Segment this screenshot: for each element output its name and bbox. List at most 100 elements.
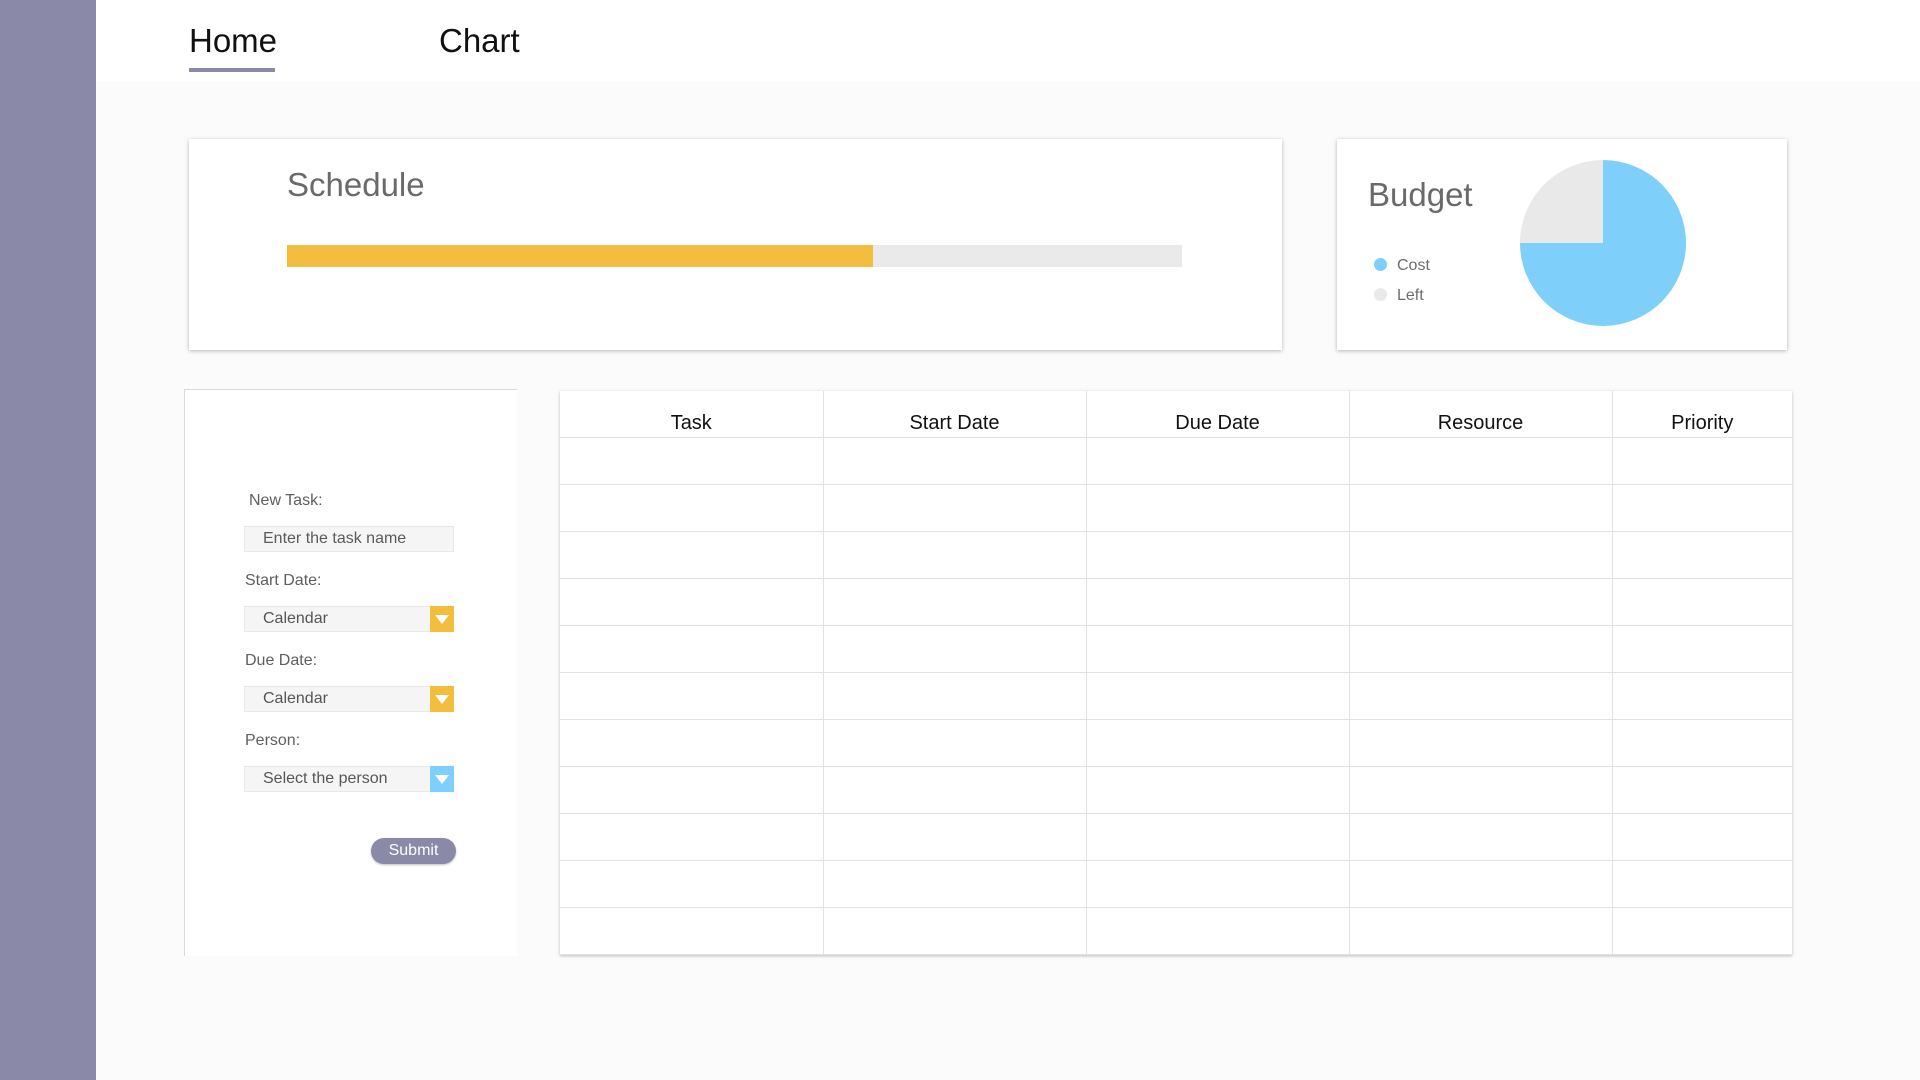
table-cell[interactable] — [823, 766, 1087, 814]
due-date-dropdown-button[interactable] — [430, 686, 454, 712]
left-dot-icon — [1374, 288, 1387, 301]
table-cell[interactable] — [1349, 484, 1613, 532]
person-value: Select the person — [263, 770, 388, 787]
table-row — [560, 625, 1792, 673]
person-dropdown-button[interactable] — [430, 766, 454, 792]
due-date-label: Due Date: — [245, 652, 318, 669]
table-cell[interactable] — [1086, 531, 1350, 579]
table-cell[interactable] — [1349, 578, 1613, 626]
table-cell[interactable] — [560, 578, 824, 626]
tab-home[interactable]: Home — [189, 20, 277, 62]
table-cell[interactable] — [1612, 813, 1792, 861]
table-cell[interactable] — [1086, 766, 1350, 814]
column-header-priority[interactable]: Priority — [1612, 391, 1792, 438]
table-cell[interactable] — [1612, 531, 1792, 579]
table-cell[interactable] — [1349, 625, 1613, 673]
budget-title: Budget — [1368, 176, 1473, 213]
table-cell[interactable] — [823, 437, 1087, 485]
table-cell[interactable] — [1086, 625, 1350, 673]
triangle-down-icon — [435, 695, 449, 704]
table-cell[interactable] — [560, 766, 824, 814]
table-cell[interactable] — [560, 484, 824, 532]
table-cell[interactable] — [1349, 437, 1613, 485]
table-cell[interactable] — [1612, 578, 1792, 626]
table-cell[interactable] — [1086, 484, 1350, 532]
table-cell[interactable] — [1612, 860, 1792, 908]
start-date-label: Start Date: — [245, 572, 322, 589]
column-header-task[interactable]: Task — [560, 391, 824, 438]
sidebar — [0, 0, 96, 1080]
table-cell[interactable] — [1349, 672, 1613, 720]
pie-slice-left — [1520, 160, 1603, 243]
table-cell[interactable] — [1086, 813, 1350, 861]
table-cell[interactable] — [1086, 907, 1350, 955]
new-task-field — [244, 526, 454, 552]
table-row — [560, 860, 1792, 908]
table-row — [560, 907, 1792, 955]
table-row — [560, 719, 1792, 767]
cost-dot-icon — [1374, 258, 1387, 271]
table-cell[interactable] — [1612, 625, 1792, 673]
table-cell[interactable] — [560, 437, 824, 485]
table-cell[interactable] — [823, 531, 1087, 579]
start-date-dropdown-button[interactable] — [430, 606, 454, 632]
table-cell[interactable] — [1612, 907, 1792, 955]
table-cell[interactable] — [560, 860, 824, 908]
table-cell[interactable] — [1612, 672, 1792, 720]
table-cell[interactable] — [1612, 719, 1792, 767]
table-row — [560, 813, 1792, 861]
new-task-input[interactable] — [245, 527, 453, 551]
table-cell[interactable] — [823, 907, 1087, 955]
legend-label-left: Left — [1397, 287, 1424, 304]
tab-chart[interactable]: Chart — [439, 20, 520, 62]
table-cell[interactable] — [560, 907, 824, 955]
schedule-progress-bar — [287, 245, 1182, 267]
table-cell[interactable] — [560, 625, 824, 673]
table-cell[interactable] — [1086, 860, 1350, 908]
table-cell[interactable] — [560, 672, 824, 720]
table-cell[interactable] — [823, 719, 1087, 767]
table-cell[interactable] — [1349, 860, 1613, 908]
table-cell[interactable] — [1349, 766, 1613, 814]
column-header-start-date[interactable]: Start Date — [823, 391, 1087, 438]
person-select[interactable]: Select the person — [244, 766, 454, 792]
active-tab-indicator — [189, 68, 275, 72]
table-cell[interactable] — [560, 719, 824, 767]
table-cell[interactable] — [823, 625, 1087, 673]
table-row — [560, 766, 1792, 814]
table-cell[interactable] — [1612, 437, 1792, 485]
table-cell[interactable] — [1086, 578, 1350, 626]
new-task-label: New Task: — [249, 492, 323, 509]
table-cell[interactable] — [823, 484, 1087, 532]
table-cell[interactable] — [823, 813, 1087, 861]
table-cell[interactable] — [1349, 719, 1613, 767]
top-navigation: Home Chart — [96, 0, 1920, 82]
due-date-select[interactable]: Calendar — [244, 686, 454, 712]
column-header-resource[interactable]: Resource — [1349, 391, 1613, 438]
legend-item-cost: Cost — [1374, 257, 1430, 275]
table-cell[interactable] — [1612, 484, 1792, 532]
table-cell[interactable] — [1349, 907, 1613, 955]
table-row — [560, 531, 1792, 579]
table-cell[interactable] — [1086, 672, 1350, 720]
table-cell[interactable] — [1349, 531, 1613, 579]
table-row — [560, 484, 1792, 532]
start-date-select[interactable]: Calendar — [244, 606, 454, 632]
table-cell[interactable] — [1612, 766, 1792, 814]
table-cell[interactable] — [823, 578, 1087, 626]
table-cell[interactable] — [823, 860, 1087, 908]
table-cell[interactable] — [560, 813, 824, 861]
column-header-due-date[interactable]: Due Date — [1086, 391, 1350, 438]
table-row — [560, 578, 1792, 626]
triangle-down-icon — [435, 615, 449, 624]
table-cell[interactable] — [1086, 719, 1350, 767]
schedule-card: Schedule — [189, 139, 1282, 350]
submit-button[interactable]: Submit — [371, 838, 456, 864]
table-cell[interactable] — [823, 672, 1087, 720]
table-cell[interactable] — [1349, 813, 1613, 861]
table-cell[interactable] — [1086, 437, 1350, 485]
task-table: Task Start Date Due Date Resource Priori… — [560, 391, 1792, 955]
start-date-value: Calendar — [263, 610, 328, 627]
table-cell[interactable] — [560, 531, 824, 579]
legend-label-cost: Cost — [1397, 257, 1430, 274]
